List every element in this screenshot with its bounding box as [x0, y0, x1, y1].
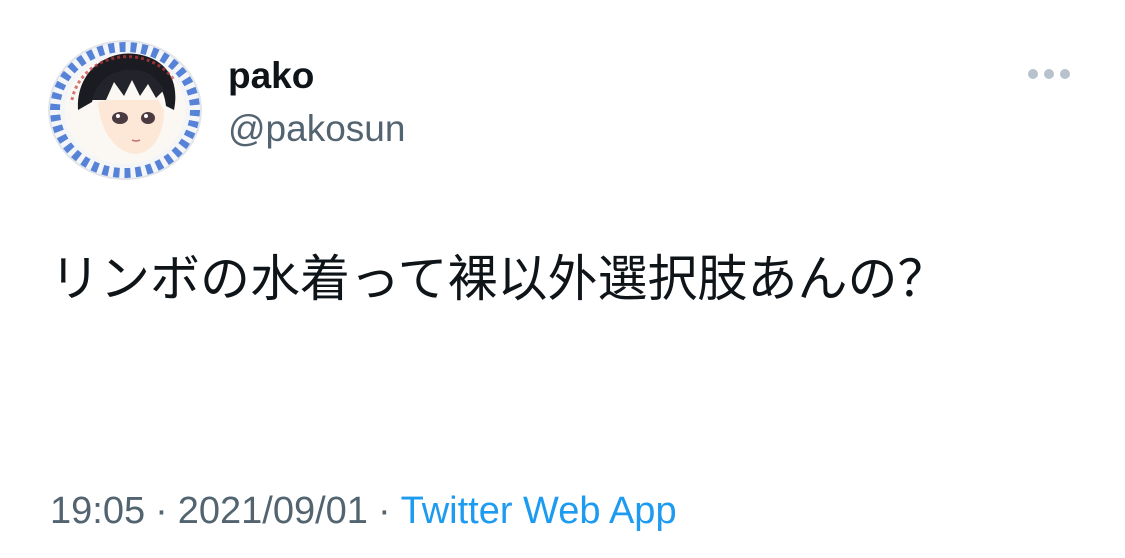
- user-handle[interactable]: @pakosun: [228, 107, 405, 151]
- avatar[interactable]: [48, 40, 202, 180]
- more-options-button[interactable]: [1022, 56, 1076, 92]
- avatar-illustration: [48, 40, 202, 180]
- tweet-date[interactable]: 2021/09/01: [178, 490, 368, 532]
- more-horizontal-icon: [1028, 69, 1070, 79]
- meta-separator: ·: [377, 490, 391, 532]
- meta-separator: ·: [155, 490, 168, 532]
- tweet-text: リンボの水着って裸以外選択肢あんの？: [50, 250, 948, 308]
- tweet-meta: 19:05 · 2021/09/01 · Twitter Web App: [50, 486, 677, 536]
- tweet-time[interactable]: 19:05: [50, 490, 145, 532]
- tweet-card: pako @pakosun リンボの水着って裸以外選択肢あんの？ 19:05 · 2…: [0, 0, 1125, 558]
- display-name[interactable]: pako: [228, 54, 314, 98]
- tweet-source-link[interactable]: Twitter Web App: [401, 490, 677, 532]
